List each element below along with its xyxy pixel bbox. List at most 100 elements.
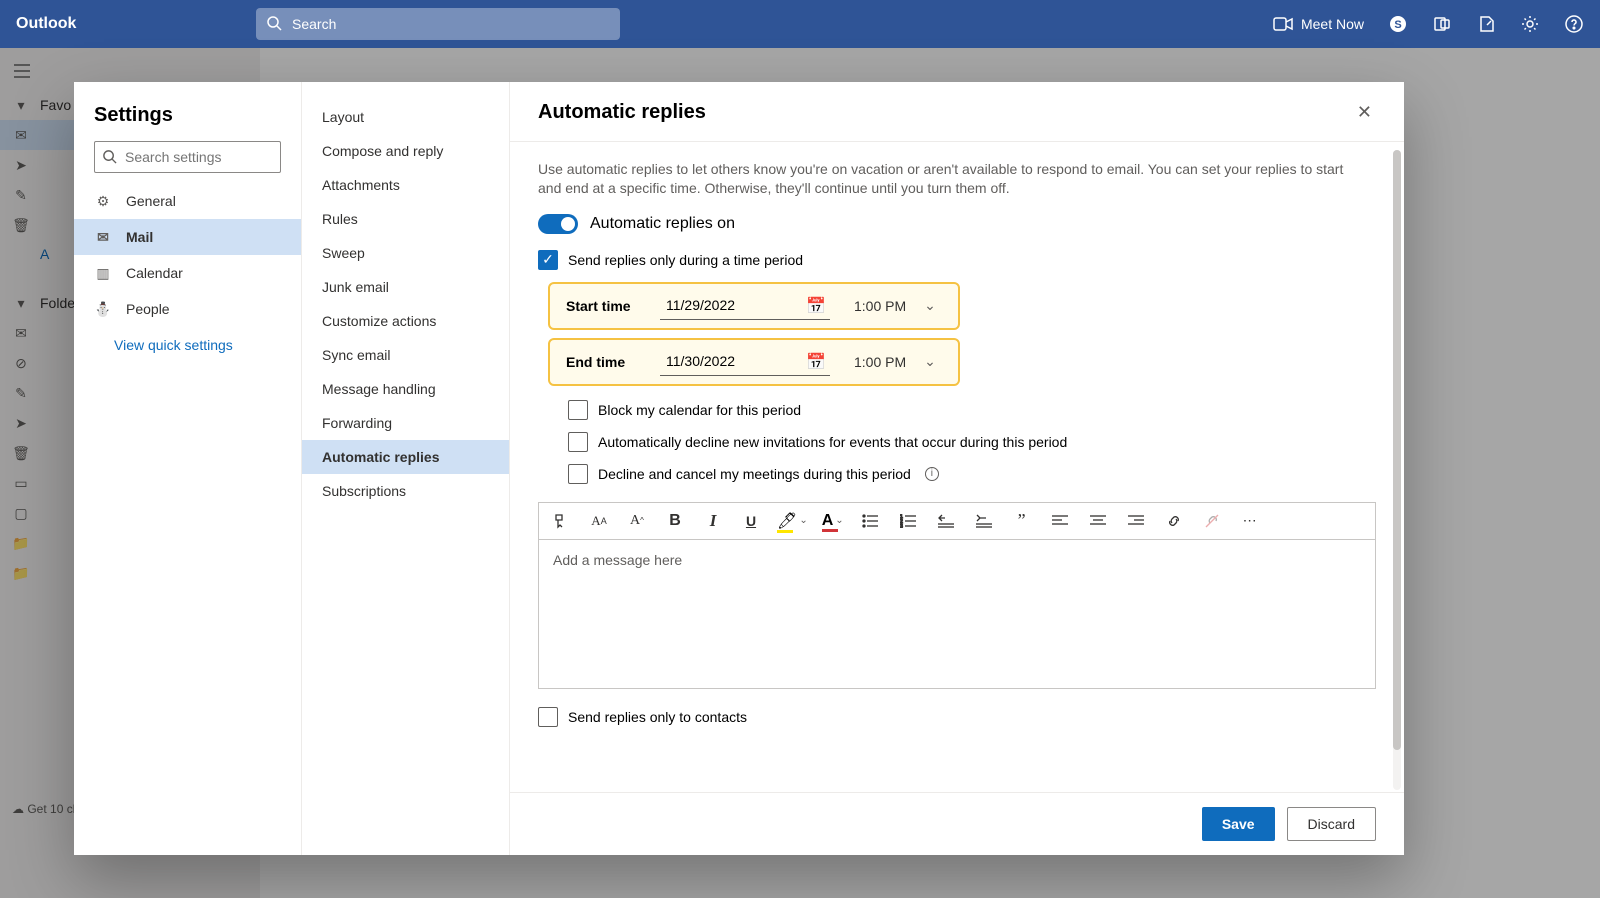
save-button[interactable]: Save: [1202, 807, 1275, 841]
format-painter-icon[interactable]: [549, 509, 573, 533]
help-icon[interactable]: [1564, 14, 1584, 34]
start-date-input[interactable]: [660, 292, 830, 320]
bullet-list-icon[interactable]: [858, 509, 882, 533]
settings-search-input[interactable]: [94, 141, 281, 173]
number-list-icon[interactable]: 123: [896, 509, 920, 533]
editor-toolbar: AA A^ B I U 🖊⌄ A⌄ 123 ”: [538, 502, 1376, 539]
note-icon[interactable]: [1476, 14, 1496, 34]
message-editor[interactable]: Add a message here: [538, 539, 1376, 689]
teams-icon[interactable]: [1432, 14, 1452, 34]
settings-cat-mail[interactable]: ✉Mail: [74, 219, 301, 255]
panel-footer: Save Discard: [510, 792, 1404, 855]
settings-cat-calendar[interactable]: ▥Calendar: [74, 255, 301, 291]
settings-search-wrap: [94, 141, 281, 173]
link-icon[interactable]: [1162, 509, 1186, 533]
sub-message-handling[interactable]: Message handling: [302, 372, 509, 406]
end-date-field: 📅: [660, 348, 830, 376]
scrollbar[interactable]: [1393, 150, 1401, 790]
panel-title: Automatic replies: [538, 101, 706, 124]
time-period-check-row: ✓ Send replies only during a time period: [538, 250, 1376, 270]
decline-new-label: Automatically decline new invitations fo…: [598, 434, 1067, 450]
search-icon: [266, 15, 282, 31]
start-time-label: Start time: [566, 298, 636, 314]
svg-text:S: S: [1394, 19, 1401, 31]
sub-forwarding[interactable]: Forwarding: [302, 406, 509, 440]
global-search-input[interactable]: [256, 8, 620, 40]
time-period-label: Send replies only during a time period: [568, 252, 803, 268]
font-family-icon[interactable]: AA: [587, 509, 611, 533]
font-size-icon[interactable]: A^: [625, 509, 649, 533]
align-center-icon[interactable]: [1086, 509, 1110, 533]
panel-header: Automatic replies ✕: [510, 82, 1404, 142]
chevron-down-icon: ⌄: [835, 515, 843, 526]
skype-icon[interactable]: S: [1388, 14, 1408, 34]
modal-overlay: Settings ⚙General ✉Mail ▥Calendar ⛄Peopl…: [0, 48, 1600, 898]
sub-sync[interactable]: Sync email: [302, 338, 509, 372]
auto-replies-toggle[interactable]: [538, 214, 578, 234]
bold-button[interactable]: B: [663, 509, 687, 533]
start-time-block: Start time 📅 1:00 PM ⌄: [548, 282, 960, 330]
end-date-input[interactable]: [660, 348, 830, 376]
app-top-bar: Outlook Meet Now S: [0, 0, 1600, 48]
outdent-icon[interactable]: [934, 509, 958, 533]
sub-compose[interactable]: Compose and reply: [302, 134, 509, 168]
chevron-down-icon: ⌄: [924, 353, 936, 370]
sub-layout[interactable]: Layout: [302, 100, 509, 134]
align-right-icon[interactable]: [1124, 509, 1148, 533]
sub-attachments[interactable]: Attachments: [302, 168, 509, 202]
indent-icon[interactable]: [972, 509, 996, 533]
end-time-label: End time: [566, 354, 636, 370]
sub-subscriptions[interactable]: Subscriptions: [302, 474, 509, 508]
sub-rules[interactable]: Rules: [302, 202, 509, 236]
contacts-only-label: Send replies only to contacts: [568, 709, 747, 725]
decline-cancel-label: Decline and cancel my meetings during th…: [598, 466, 911, 482]
contacts-only-row: Send replies only to contacts: [538, 707, 1376, 727]
toggle-label: Automatic replies on: [590, 215, 735, 233]
settings-cat-people[interactable]: ⛄People: [74, 291, 301, 327]
auto-replies-toggle-row: Automatic replies on: [538, 214, 1376, 234]
settings-main-panel: Automatic replies ✕ Use automatic replie…: [510, 82, 1404, 855]
topbar-right: Meet Now S: [1273, 14, 1584, 34]
settings-title: Settings: [74, 104, 301, 141]
unlink-icon[interactable]: [1200, 509, 1224, 533]
block-calendar-label: Block my calendar for this period: [598, 402, 801, 418]
settings-subnav-col: Layout Compose and reply Attachments Rul…: [302, 82, 510, 855]
search-icon: [102, 149, 117, 164]
calendar-icon[interactable]: 📅: [806, 352, 826, 372]
sub-customize[interactable]: Customize actions: [302, 304, 509, 338]
calendar-icon[interactable]: 📅: [806, 296, 826, 316]
svg-text:3: 3: [900, 524, 903, 528]
settings-gear-icon[interactable]: [1520, 14, 1540, 34]
decline-cancel-checkbox[interactable]: [568, 464, 588, 484]
block-calendar-checkbox[interactable]: [568, 400, 588, 420]
sub-automatic-replies[interactable]: Automatic replies: [302, 440, 509, 474]
panel-body: Use automatic replies to let others know…: [510, 142, 1404, 792]
time-period-checkbox[interactable]: ✓: [538, 250, 558, 270]
italic-button[interactable]: I: [701, 509, 725, 533]
sub-sweep[interactable]: Sweep: [302, 236, 509, 270]
discard-button[interactable]: Discard: [1287, 807, 1376, 841]
end-time-value: 1:00 PM: [854, 354, 906, 370]
view-quick-settings-link[interactable]: View quick settings: [74, 327, 301, 363]
mail-icon: ✉: [94, 228, 112, 246]
close-button[interactable]: ✕: [1353, 98, 1376, 127]
global-search-wrap: [256, 8, 620, 40]
end-time-select[interactable]: 1:00 PM ⌄: [854, 353, 936, 370]
scrollbar-thumb[interactable]: [1393, 150, 1401, 750]
block-calendar-row: Block my calendar for this period: [568, 400, 1376, 420]
start-time-select[interactable]: 1:00 PM ⌄: [854, 297, 936, 314]
quote-icon[interactable]: ”: [1010, 509, 1034, 533]
video-icon: [1273, 17, 1293, 31]
info-icon[interactable]: i: [925, 467, 939, 481]
font-color-button[interactable]: A⌄: [822, 512, 844, 530]
more-options-icon[interactable]: ⋯: [1238, 509, 1262, 533]
highlight-button[interactable]: 🖊⌄: [777, 511, 808, 531]
meet-now-button[interactable]: Meet Now: [1273, 16, 1364, 32]
sub-junk[interactable]: Junk email: [302, 270, 509, 304]
settings-cat-general[interactable]: ⚙General: [74, 183, 301, 219]
contacts-only-checkbox[interactable]: [538, 707, 558, 727]
underline-button[interactable]: U: [739, 509, 763, 533]
align-left-icon[interactable]: [1048, 509, 1072, 533]
decline-new-checkbox[interactable]: [568, 432, 588, 452]
start-date-field: 📅: [660, 292, 830, 320]
